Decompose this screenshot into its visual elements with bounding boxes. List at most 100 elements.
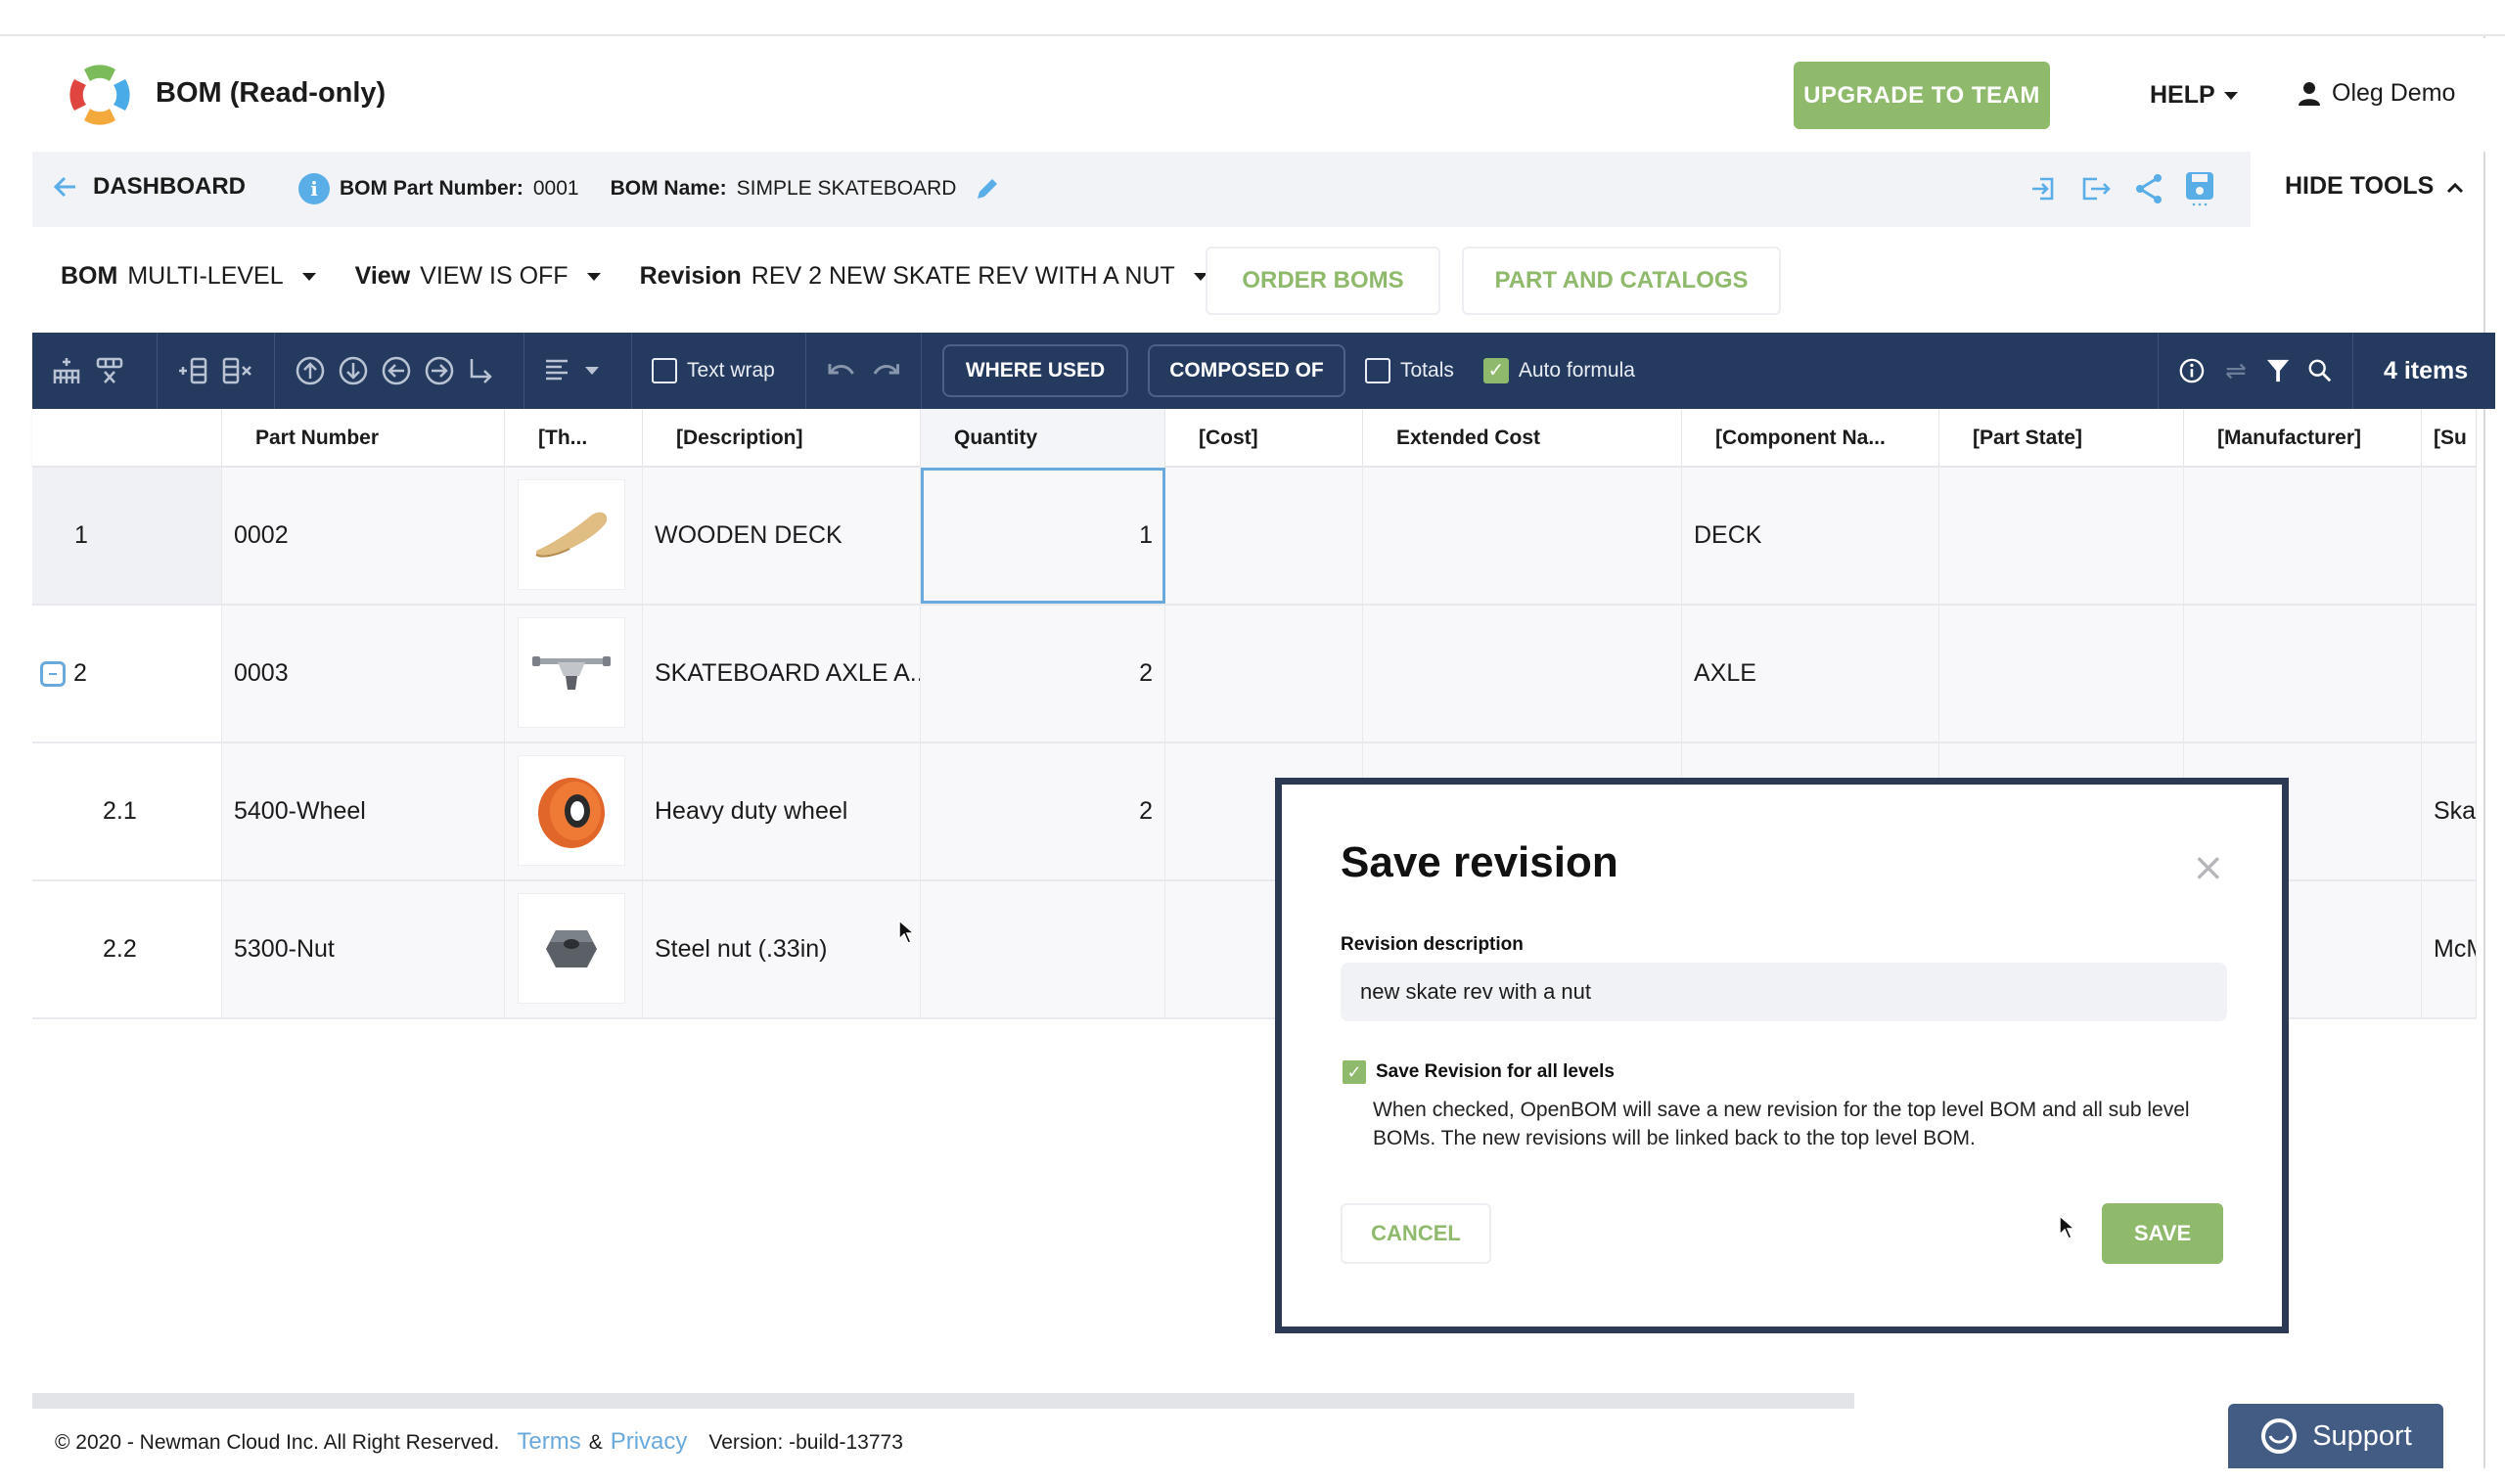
part-state-cell[interactable] bbox=[1939, 468, 2184, 604]
upgrade-to-team-button[interactable]: UPGRADE TO TEAM bbox=[1794, 62, 2050, 129]
col-header-part-state[interactable]: [Part State] bbox=[1939, 409, 2184, 468]
col-header-component-name[interactable]: [Component Na... bbox=[1682, 409, 1939, 468]
revision-description-input[interactable] bbox=[1341, 963, 2227, 1021]
col-header-supplier[interactable]: [Su bbox=[2422, 409, 2477, 468]
move-down-icon[interactable] bbox=[338, 355, 369, 386]
outdent-left-icon[interactable] bbox=[381, 355, 412, 386]
wooden-deck-thumbnail bbox=[518, 479, 625, 590]
quantity-cell[interactable]: 2 bbox=[921, 606, 1165, 742]
part-number-cell[interactable]: 5300-Nut bbox=[222, 881, 505, 1017]
col-header-description[interactable]: [Description] bbox=[643, 409, 921, 468]
description-cell[interactable]: SKATEBOARD AXLE A... bbox=[643, 606, 921, 742]
caret-down-icon[interactable] bbox=[585, 367, 599, 375]
indent-right-icon[interactable] bbox=[424, 355, 455, 386]
user-menu[interactable]: Oleg Demo bbox=[2299, 79, 2455, 108]
extended-cost-cell[interactable] bbox=[1363, 606, 1682, 742]
supplier-cell[interactable]: McMa bbox=[2422, 881, 2477, 1017]
description-cell[interactable]: WOODEN DECK bbox=[643, 468, 921, 604]
text-wrap-toggle[interactable]: Text wrap bbox=[632, 333, 806, 409]
move-up-icon[interactable] bbox=[295, 355, 326, 386]
help-menu[interactable]: HELP bbox=[2150, 81, 2238, 110]
quantity-cell[interactable]: 1 bbox=[921, 468, 1165, 604]
hide-tools-toggle[interactable]: HIDE TOOLS bbox=[2285, 172, 2464, 201]
quantity-cell[interactable]: 2 bbox=[921, 743, 1165, 879]
add-column-icon[interactable] bbox=[177, 356, 208, 385]
part-state-cell[interactable] bbox=[1939, 606, 2184, 742]
export-icon[interactable] bbox=[2079, 174, 2113, 203]
cancel-button[interactable]: CANCEL bbox=[1341, 1203, 1491, 1264]
col-header-row-number[interactable] bbox=[32, 409, 222, 468]
thumbnail-cell[interactable] bbox=[505, 881, 643, 1017]
delete-row-icon[interactable] bbox=[95, 356, 124, 385]
manufacturer-cell[interactable] bbox=[2184, 606, 2422, 742]
auto-formula-toggle[interactable]: ✓ Auto formula bbox=[1482, 358, 1635, 383]
undo-icon[interactable] bbox=[826, 360, 857, 382]
back-to-dashboard-link[interactable]: DASHBOARD bbox=[54, 173, 246, 201]
openbom-logo-icon[interactable] bbox=[61, 56, 139, 134]
col-header-extended-cost[interactable]: Extended Cost bbox=[1363, 409, 1682, 468]
thumbnail-cell[interactable] bbox=[505, 468, 643, 604]
col-header-quantity[interactable]: Quantity bbox=[921, 409, 1165, 468]
view-select[interactable]: View VIEW IS OFF bbox=[355, 262, 601, 291]
save-all-levels-checkbox[interactable]: ✓ bbox=[1343, 1060, 1366, 1084]
manufacturer-cell[interactable] bbox=[2184, 468, 2422, 604]
text-wrap-checkbox[interactable] bbox=[652, 358, 677, 383]
totals-label: Totals bbox=[1400, 359, 1454, 382]
save-all-levels-toggle[interactable]: ✓ Save Revision for all levels bbox=[1343, 1060, 1615, 1084]
filter-icon[interactable] bbox=[2266, 357, 2290, 384]
col-header-thumbnail[interactable]: [Th... bbox=[505, 409, 643, 468]
swap-icon[interactable] bbox=[2223, 359, 2249, 382]
supplier-cell[interactable] bbox=[2422, 468, 2477, 604]
save-button[interactable]: SAVE bbox=[2102, 1203, 2223, 1264]
totals-toggle[interactable]: Totals bbox=[1365, 358, 1454, 383]
part-number-cell[interactable]: 0002 bbox=[222, 468, 505, 604]
search-icon[interactable] bbox=[2307, 357, 2333, 384]
part-and-catalogs-button[interactable]: PART AND CATALOGS bbox=[1462, 247, 1781, 315]
description-cell[interactable]: Heavy duty wheel bbox=[643, 743, 921, 879]
where-used-button[interactable]: WHERE USED bbox=[942, 344, 1128, 397]
share-icon[interactable] bbox=[2134, 173, 2163, 204]
component-name-cell[interactable]: AXLE bbox=[1682, 606, 1939, 742]
delete-column-icon[interactable] bbox=[222, 356, 253, 385]
auto-formula-checkbox[interactable]: ✓ bbox=[1482, 358, 1509, 383]
col-header-part-number[interactable]: Part Number bbox=[222, 409, 505, 468]
component-name-cell[interactable]: DECK bbox=[1682, 468, 1939, 604]
part-number-cell[interactable]: 0003 bbox=[222, 606, 505, 742]
privacy-link[interactable]: Privacy bbox=[611, 1428, 688, 1456]
import-icon[interactable] bbox=[2028, 174, 2058, 203]
supplier-cell[interactable]: Skate bbox=[2422, 743, 2477, 879]
align-left-icon[interactable] bbox=[544, 358, 571, 383]
table-row[interactable]: 2 0003 SKATEBOARD AXLE A... 2 AXLE bbox=[32, 606, 2477, 743]
make-child-icon[interactable] bbox=[467, 356, 494, 385]
supplier-cell[interactable] bbox=[2422, 606, 2477, 742]
redo-icon[interactable] bbox=[871, 360, 902, 382]
quantity-cell[interactable] bbox=[921, 881, 1165, 1017]
description-cell[interactable]: Steel nut (.33in) bbox=[643, 881, 921, 1017]
cost-cell[interactable] bbox=[1165, 468, 1363, 604]
info-icon[interactable]: i bbox=[298, 173, 330, 204]
extended-cost-cell[interactable] bbox=[1363, 468, 1682, 604]
table-row[interactable]: 1 0002 WOODEN DECK 1 DECK bbox=[32, 468, 2477, 606]
collapse-icon[interactable] bbox=[40, 661, 66, 688]
totals-checkbox[interactable] bbox=[1365, 358, 1390, 383]
close-icon[interactable]: × bbox=[2192, 845, 2225, 890]
part-number-cell[interactable]: 5400-Wheel bbox=[222, 743, 505, 879]
composed-of-button[interactable]: COMPOSED OF bbox=[1148, 344, 1345, 397]
bom-name-label: BOM Name: bbox=[610, 177, 727, 200]
terms-link[interactable]: Terms bbox=[517, 1428, 580, 1456]
save-icon[interactable] bbox=[2185, 171, 2214, 206]
cost-cell[interactable] bbox=[1165, 606, 1363, 742]
add-row-icon[interactable] bbox=[52, 356, 81, 385]
thumbnail-cell[interactable] bbox=[505, 743, 643, 879]
horizontal-scrollbar[interactable] bbox=[32, 1393, 1854, 1409]
row-number: 2.1 bbox=[32, 743, 222, 879]
order-boms-button[interactable]: ORDER BOMS bbox=[1206, 247, 1440, 315]
info-circle-icon[interactable] bbox=[2178, 356, 2206, 385]
pencil-edit-icon[interactable] bbox=[974, 175, 1001, 202]
support-button[interactable]: Support bbox=[2228, 1404, 2443, 1468]
col-header-cost[interactable]: [Cost] bbox=[1165, 409, 1363, 468]
col-header-manufacturer[interactable]: [Manufacturer] bbox=[2184, 409, 2422, 468]
revision-select[interactable]: Revision REV 2 NEW SKATE REV WITH A NUT bbox=[640, 262, 1207, 291]
thumbnail-cell[interactable] bbox=[505, 606, 643, 742]
bom-type-select[interactable]: BOM MULTI-LEVEL bbox=[61, 262, 316, 291]
